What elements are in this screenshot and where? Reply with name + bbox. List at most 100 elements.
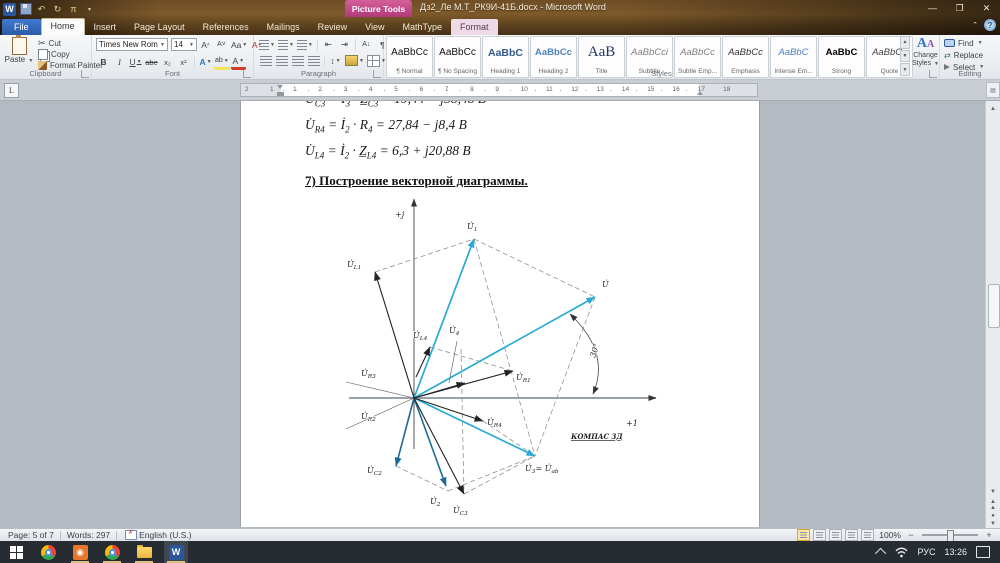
- grow-font-button[interactable]: A˄: [198, 38, 213, 51]
- vertical-scrollbar[interactable]: ▲ ▼ ▲▲ ● ▼: [985, 101, 1000, 529]
- tab-review[interactable]: Review: [309, 19, 357, 35]
- tab-file[interactable]: File: [2, 19, 41, 35]
- change-case-button[interactable]: Aa▼: [230, 38, 248, 51]
- align-right-button[interactable]: [290, 54, 305, 67]
- paragraph-dialog-launcher[interactable]: [373, 70, 381, 78]
- save-button[interactable]: [19, 3, 32, 16]
- styles-scroll-up-button[interactable]: ▲: [900, 36, 910, 49]
- styles-dialog-launcher[interactable]: [929, 70, 937, 78]
- previous-page-button[interactable]: ▲▲: [987, 499, 999, 510]
- multilevel-list-button[interactable]: ▼: [296, 38, 314, 51]
- numbering-button[interactable]: ▼: [277, 38, 295, 51]
- replace-button[interactable]: ⇄ Replace: [940, 49, 984, 61]
- superscript-button[interactable]: x²: [176, 56, 191, 69]
- web-layout-view-button[interactable]: [829, 529, 842, 541]
- construction-line: [448, 456, 535, 491]
- taskbar-chrome-1[interactable]: [36, 541, 60, 563]
- tray-expand-icon[interactable]: [875, 548, 886, 559]
- font-size-combo[interactable]: 14 ▼: [171, 38, 197, 51]
- zoom-in-button[interactable]: +: [984, 530, 994, 540]
- proofing-icon[interactable]: [125, 530, 137, 540]
- vector-line: [414, 297, 595, 398]
- style-sample: AaBbCc: [535, 37, 572, 68]
- tab-home[interactable]: Home: [41, 18, 85, 35]
- clipboard-dialog-launcher[interactable]: [81, 70, 89, 78]
- start-button[interactable]: [4, 541, 28, 563]
- tab-stop-selector[interactable]: L: [4, 83, 19, 98]
- language-indicator[interactable]: English (U.S.): [139, 530, 191, 540]
- tab-references[interactable]: References: [194, 19, 258, 35]
- window-controls: — ❐ ✕: [919, 0, 1000, 16]
- help-icon[interactable]: ?: [984, 19, 996, 31]
- right-indent-marker[interactable]: [697, 91, 703, 95]
- undo-button[interactable]: ↶: [35, 3, 48, 16]
- zoom-slider[interactable]: [922, 534, 978, 536]
- align-center-button[interactable]: [274, 54, 289, 67]
- diagram-label: U̇1: [467, 222, 477, 233]
- tab-insert[interactable]: Insert: [85, 19, 126, 35]
- redo-button[interactable]: ↻: [51, 3, 64, 16]
- highlight-button[interactable]: ab▼: [214, 54, 230, 70]
- decrease-indent-button[interactable]: ⇤: [321, 38, 336, 51]
- tray-clock[interactable]: 13:26: [944, 547, 967, 557]
- diagram-label: U̇R2: [361, 412, 376, 423]
- bullets-button[interactable]: ▼: [258, 38, 276, 51]
- find-label: Find: [958, 39, 974, 48]
- print-layout-view-button[interactable]: [797, 529, 810, 541]
- bold-button[interactable]: B: [96, 56, 111, 69]
- word-count[interactable]: Words: 297: [67, 530, 110, 540]
- font-name-combo[interactable]: Times New Rom ▼: [96, 38, 168, 51]
- word-app-icon[interactable]: W: [3, 3, 16, 16]
- sort-button[interactable]: А↓: [359, 38, 374, 51]
- italic-button[interactable]: I: [112, 56, 127, 69]
- wifi-icon[interactable]: [895, 547, 908, 558]
- tab-format[interactable]: Format: [451, 19, 498, 35]
- strikethrough-button[interactable]: abe: [144, 56, 159, 69]
- fullscreen-view-button[interactable]: [813, 529, 826, 541]
- document-page[interactable]: U̇C3 = İ3 · Z̲C3 = 19,44 − j38,48 В U̇R4…: [240, 101, 760, 527]
- styles-scroll-down-button[interactable]: ▼: [900, 50, 910, 63]
- scroll-up-button[interactable]: ▲: [987, 103, 999, 114]
- paragraph-group-label: Paragraph: [254, 69, 383, 79]
- text-effects-button[interactable]: A▼: [198, 56, 213, 69]
- draft-view-button[interactable]: [861, 529, 874, 541]
- zoom-out-button[interactable]: −: [906, 530, 916, 540]
- shading-button[interactable]: ▼: [344, 54, 365, 67]
- tray-language[interactable]: РУС: [917, 547, 935, 557]
- line-spacing-button[interactable]: ↕▼: [328, 54, 343, 67]
- page-indicator[interactable]: Page: 5 of 7: [8, 530, 54, 540]
- underline-button[interactable]: U▼: [128, 56, 143, 69]
- tab-page-layout[interactable]: Page Layout: [125, 19, 194, 35]
- maximize-button[interactable]: ❐: [946, 0, 973, 16]
- qat-customize-button[interactable]: ▾: [83, 3, 96, 16]
- taskbar-kompas[interactable]: ◉: [68, 541, 92, 563]
- taskbar-word[interactable]: W: [164, 541, 188, 563]
- taskbar-explorer[interactable]: [132, 541, 156, 563]
- indent-marker[interactable]: [277, 85, 284, 96]
- scroll-down-button[interactable]: ▼: [987, 486, 999, 497]
- close-button[interactable]: ✕: [973, 0, 1000, 16]
- shrink-font-button[interactable]: A˅: [214, 38, 229, 51]
- tab-mailings[interactable]: Mailings: [258, 19, 309, 35]
- find-button[interactable]: Find ▼: [940, 37, 984, 49]
- subscript-button[interactable]: x₂: [160, 56, 175, 69]
- paragraph-group: ▼ ▼ ▼ ⇤ ⇥ А↓ ¶ ↕▼ ▼ ▼ Paragraph: [254, 35, 384, 79]
- mathtype-qat-icon[interactable]: π: [67, 3, 80, 16]
- ruler-toggle-button[interactable]: ▤: [986, 82, 1000, 98]
- minimize-button[interactable]: —: [919, 0, 946, 16]
- zoom-level[interactable]: 100%: [879, 530, 901, 540]
- action-center-icon[interactable]: [976, 546, 990, 558]
- tab-mathtype[interactable]: MathType: [394, 19, 452, 35]
- align-left-button[interactable]: [258, 54, 273, 67]
- justify-button[interactable]: [306, 54, 321, 67]
- font-color-button[interactable]: A▼: [231, 54, 246, 70]
- collapse-ribbon-icon[interactable]: ⌃: [969, 19, 981, 31]
- increase-indent-button[interactable]: ⇥: [337, 38, 352, 51]
- font-dialog-launcher[interactable]: [243, 70, 251, 78]
- scrollbar-thumb[interactable]: [988, 284, 1000, 328]
- find-caret-icon: ▼: [978, 40, 983, 46]
- outline-view-button[interactable]: [845, 529, 858, 541]
- taskbar-chrome-2[interactable]: [100, 541, 124, 563]
- tab-view[interactable]: View: [356, 19, 393, 35]
- horizontal-ruler[interactable]: 21123456789101112131415161718: [240, 83, 758, 97]
